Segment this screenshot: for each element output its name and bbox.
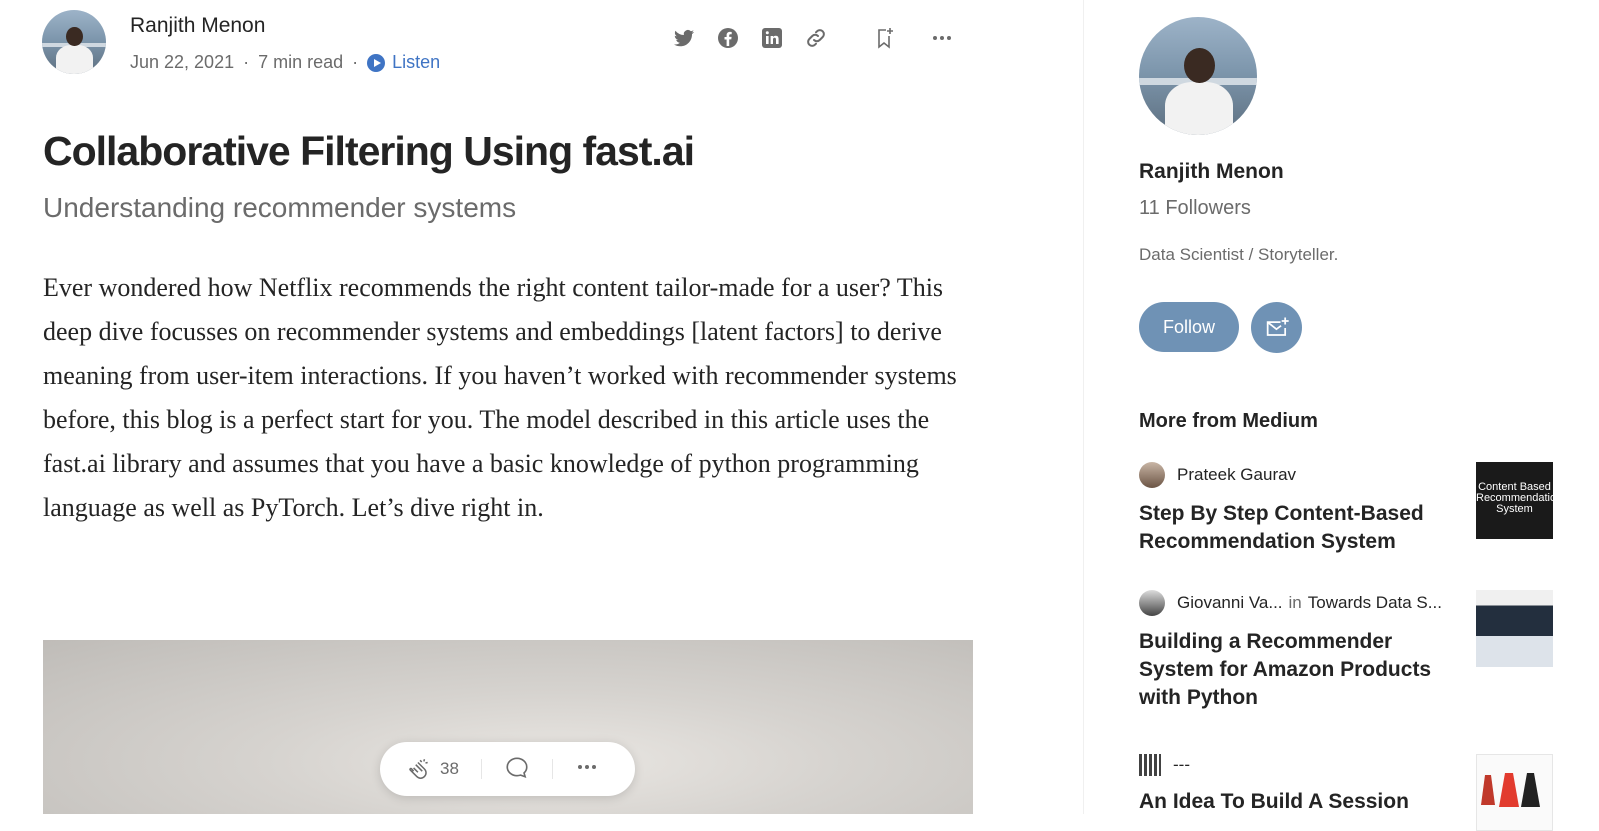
in-label: in	[1288, 593, 1302, 612]
divider	[480, 759, 482, 779]
read-time: 7 min read	[258, 52, 344, 72]
more-icon	[577, 764, 596, 769]
clap-count: 38	[440, 759, 459, 778]
recommendation-item[interactable]: Prateek Gaurav Step By Step Content-Base…	[1139, 462, 1579, 556]
recommendation-item[interactable]: --- An Idea To Build A Session	[1139, 754, 1579, 831]
linkedin-icon[interactable]	[758, 24, 786, 52]
author-bio: Data Scientist / Storyteller.	[1139, 245, 1339, 264]
rec-thumbnail[interactable]	[1476, 754, 1553, 831]
clap-icon	[409, 759, 428, 779]
article-intro: Ever wondered how Netflix recommends the…	[43, 273, 957, 522]
clap-button[interactable]: 38	[406, 756, 459, 782]
listen-label: Listen	[392, 52, 441, 72]
rec-author[interactable]: ---	[1173, 755, 1190, 775]
author-name[interactable]: Ranjith Menon	[130, 14, 265, 38]
link-icon[interactable]	[802, 24, 830, 52]
rec-thumbnail[interactable]	[1476, 590, 1553, 667]
meta-separator: ·	[243, 52, 250, 72]
sidebar: Ranjith Menon 11 Followers Data Scientis…	[1083, 0, 1599, 831]
comment-icon	[506, 757, 528, 778]
rec-publication[interactable]: Towards Data S...	[1308, 593, 1442, 613]
more-from-heading: More from Medium	[1139, 410, 1318, 432]
recommendation-item[interactable]: Giovanni Va... in Towards Data S... Buil…	[1139, 590, 1579, 712]
author-avatar	[1139, 590, 1165, 616]
follow-button[interactable]: Follow	[1139, 302, 1239, 352]
rec-title[interactable]: Building a Recommender System for Amazon…	[1139, 628, 1439, 712]
publish-date: Jun 22, 2021	[130, 52, 235, 72]
more-icon[interactable]	[928, 24, 956, 52]
article-subtitle: Understanding recommender systems	[43, 192, 517, 223]
sidebar-author-name[interactable]: Ranjith Menon	[1139, 160, 1284, 184]
rec-author[interactable]: Prateek Gaurav	[1177, 465, 1296, 485]
followers-count[interactable]: 11 Followers	[1139, 197, 1251, 220]
article-title: Collaborative Filtering Using fast.ai	[43, 128, 695, 174]
rec-title[interactable]: An Idea To Build A Session	[1139, 788, 1439, 816]
author-avatar[interactable]	[42, 10, 106, 74]
rec-title[interactable]: Step By Step Content-Based Recommendatio…	[1139, 500, 1439, 556]
share-toolbar	[670, 24, 972, 52]
play-icon	[367, 53, 386, 72]
author-avatar-large[interactable]	[1139, 17, 1257, 135]
action-more-button[interactable]	[575, 755, 599, 784]
meta-separator: ·	[352, 52, 359, 72]
dress-product-icon	[1481, 773, 1540, 807]
listen-button[interactable]: Listen	[367, 52, 440, 73]
twitter-icon[interactable]	[670, 24, 698, 52]
rec-author[interactable]: Giovanni Va...	[1177, 593, 1283, 613]
author-avatar	[1139, 462, 1165, 488]
divider	[551, 759, 553, 779]
rec-thumbnail[interactable]: Content Based Recommendation System	[1476, 462, 1553, 539]
facebook-icon[interactable]	[714, 24, 742, 52]
subscribe-email-button[interactable]	[1251, 302, 1302, 353]
article-pane: Ranjith Menon Jun 22, 2021 · 7 min read …	[0, 0, 1083, 814]
floating-action-bar: 38	[380, 742, 635, 796]
bookmark-add-icon[interactable]	[870, 24, 898, 52]
article-meta: Jun 22, 2021 · 7 min read · Listen	[130, 52, 440, 73]
qr-code-icon	[1139, 754, 1161, 776]
response-button[interactable]	[504, 754, 530, 785]
mail-add-icon	[1266, 317, 1289, 336]
